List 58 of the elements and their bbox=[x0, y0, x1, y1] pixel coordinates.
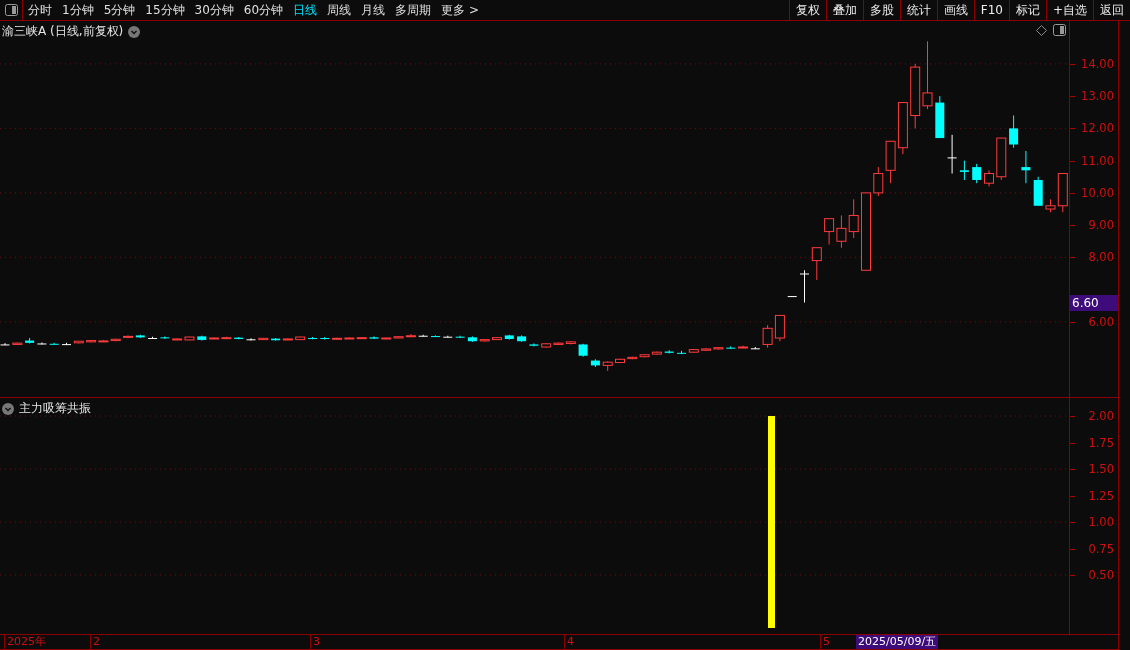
chevron-down-icon[interactable] bbox=[2, 402, 14, 415]
period-tab[interactable]: 日线 bbox=[288, 0, 323, 20]
price-tick-label: 13.00 bbox=[1081, 89, 1114, 104]
indicator-tick-label: 1.75 bbox=[1088, 435, 1114, 450]
candlestick bbox=[959, 160, 969, 181]
period-tab[interactable]: 1分钟 bbox=[57, 0, 99, 20]
panel-toggle-icon[interactable] bbox=[4, 4, 18, 16]
indicator-tick-label: 2.00 bbox=[1088, 409, 1114, 423]
time-axis-label: 2025年 bbox=[4, 635, 46, 649]
time-axis-label: 5 bbox=[820, 635, 830, 649]
chevron-down-icon[interactable] bbox=[128, 25, 141, 38]
time-axis-label: 3 bbox=[310, 635, 320, 649]
candlestick bbox=[1009, 114, 1019, 149]
candlestick bbox=[922, 40, 933, 110]
period-tab[interactable]: 更多 > bbox=[436, 0, 484, 20]
panel-toggle-icon[interactable] bbox=[1053, 24, 1066, 36]
period-tab[interactable]: 5分钟 bbox=[98, 0, 141, 20]
candlestick bbox=[160, 335, 170, 340]
candlestick bbox=[836, 214, 847, 249]
time-axis-label: 2 bbox=[90, 635, 100, 649]
time-axis-label: 4 bbox=[564, 635, 574, 649]
indicator-tick-label: 1.50 bbox=[1088, 462, 1114, 476]
chart-title: 渝三峡A (日线,前复权) bbox=[2, 23, 124, 40]
cursor-date-label: 2025/05/09/五 bbox=[856, 635, 939, 649]
period-tab[interactable]: 30分钟 bbox=[189, 0, 239, 20]
period-tab[interactable]: 15分钟 bbox=[140, 0, 190, 20]
price-tick-label: 10.00 bbox=[1081, 185, 1114, 200]
candlestick bbox=[873, 166, 884, 197]
period-tab[interactable]: 多周期 bbox=[390, 0, 437, 20]
price-tick-label: 12.00 bbox=[1081, 121, 1114, 136]
candlestick bbox=[774, 314, 785, 342]
price-tick-label: 11.00 bbox=[1081, 153, 1114, 168]
candlestick bbox=[848, 198, 859, 239]
candlestick bbox=[824, 218, 835, 245]
cursor-price-label: 6.60 bbox=[1070, 294, 1118, 311]
price-tick-label: 6.00 bbox=[1088, 314, 1114, 329]
price-tick-label: 9.00 bbox=[1088, 218, 1114, 233]
candlestick bbox=[455, 335, 465, 339]
candlestick bbox=[246, 337, 256, 342]
candlestick bbox=[811, 247, 822, 281]
indicator-tick-label: 0.75 bbox=[1088, 541, 1114, 556]
candlestick bbox=[0, 342, 10, 346]
candlestick bbox=[1021, 150, 1031, 184]
indicator-tick-label: 1.25 bbox=[1088, 488, 1114, 503]
diamond-icon[interactable] bbox=[1036, 25, 1047, 36]
price-tick-label: 14.00 bbox=[1081, 56, 1114, 71]
period-tab[interactable]: 分时 bbox=[23, 0, 57, 20]
period-tab[interactable]: 60分钟 bbox=[238, 0, 289, 20]
period-tab[interactable]: 周线 bbox=[322, 0, 357, 20]
candlestick bbox=[800, 269, 809, 304]
indicator-title: 主力吸筹共振 bbox=[19, 400, 91, 417]
indicator-tick-label: 0.50 bbox=[1088, 568, 1114, 582]
period-tab[interactable]: 月线 bbox=[356, 0, 391, 20]
candlestick bbox=[762, 324, 773, 349]
price-tick-label: 8.00 bbox=[1088, 250, 1114, 265]
candlestick bbox=[947, 134, 957, 175]
indicator-tick-label: 1.00 bbox=[1088, 515, 1114, 529]
candlestick bbox=[972, 163, 982, 184]
